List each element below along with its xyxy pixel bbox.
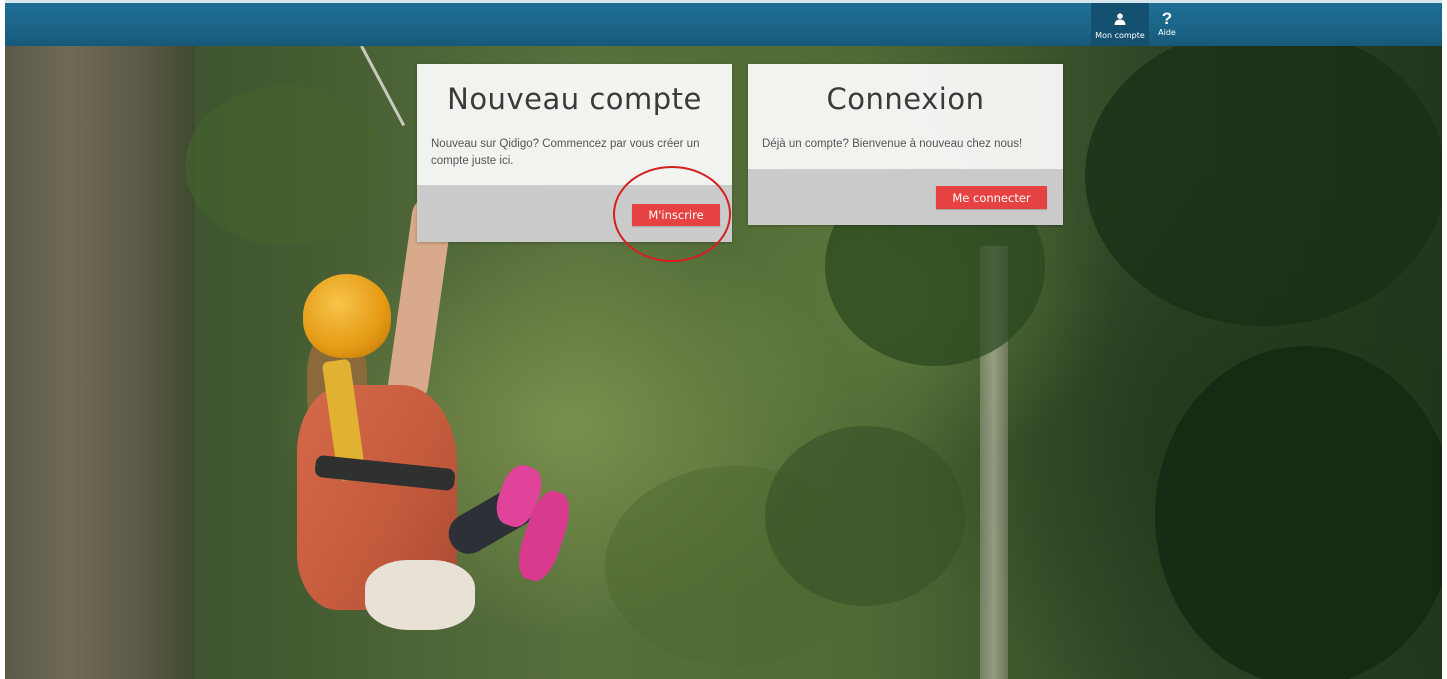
new-account-description: Nouveau sur Qidigo? Commencez par vous c… [431, 138, 700, 167]
user-icon [1114, 10, 1126, 29]
person-shorts [365, 560, 475, 630]
tree-trunk [5, 46, 195, 679]
register-button[interactable]: M'inscrire [632, 204, 720, 226]
foliage [765, 426, 965, 606]
new-account-card: Nouveau compte Nouveau sur Qidigo? Comme… [417, 64, 732, 242]
foliage [1085, 46, 1442, 326]
question-icon: ? [1161, 9, 1173, 28]
login-button[interactable]: Me connecter [936, 186, 1047, 209]
page: Mon compte ? Aide Nouveau compte Nouveau… [5, 0, 1442, 679]
login-description: Déjà un compte? Bienvenue à nouveau chez… [762, 138, 1023, 150]
help-button[interactable]: ? Aide [1149, 3, 1185, 46]
my-account-label: Mon compte [1095, 30, 1145, 40]
login-card: Connexion Déjà un compte? Bienvenue à no… [748, 64, 1063, 225]
new-account-title: Nouveau compte [447, 82, 702, 116]
my-account-button[interactable]: Mon compte [1091, 3, 1149, 46]
login-title: Connexion [826, 82, 985, 116]
foliage [1155, 346, 1442, 679]
login-card-footer: Me connecter [748, 169, 1063, 225]
foliage [185, 86, 385, 246]
new-account-card-footer: M'inscrire [417, 185, 732, 242]
top-navbar: Mon compte ? Aide [5, 0, 1442, 46]
person-helmet [303, 274, 391, 358]
help-label: Aide [1158, 28, 1176, 37]
